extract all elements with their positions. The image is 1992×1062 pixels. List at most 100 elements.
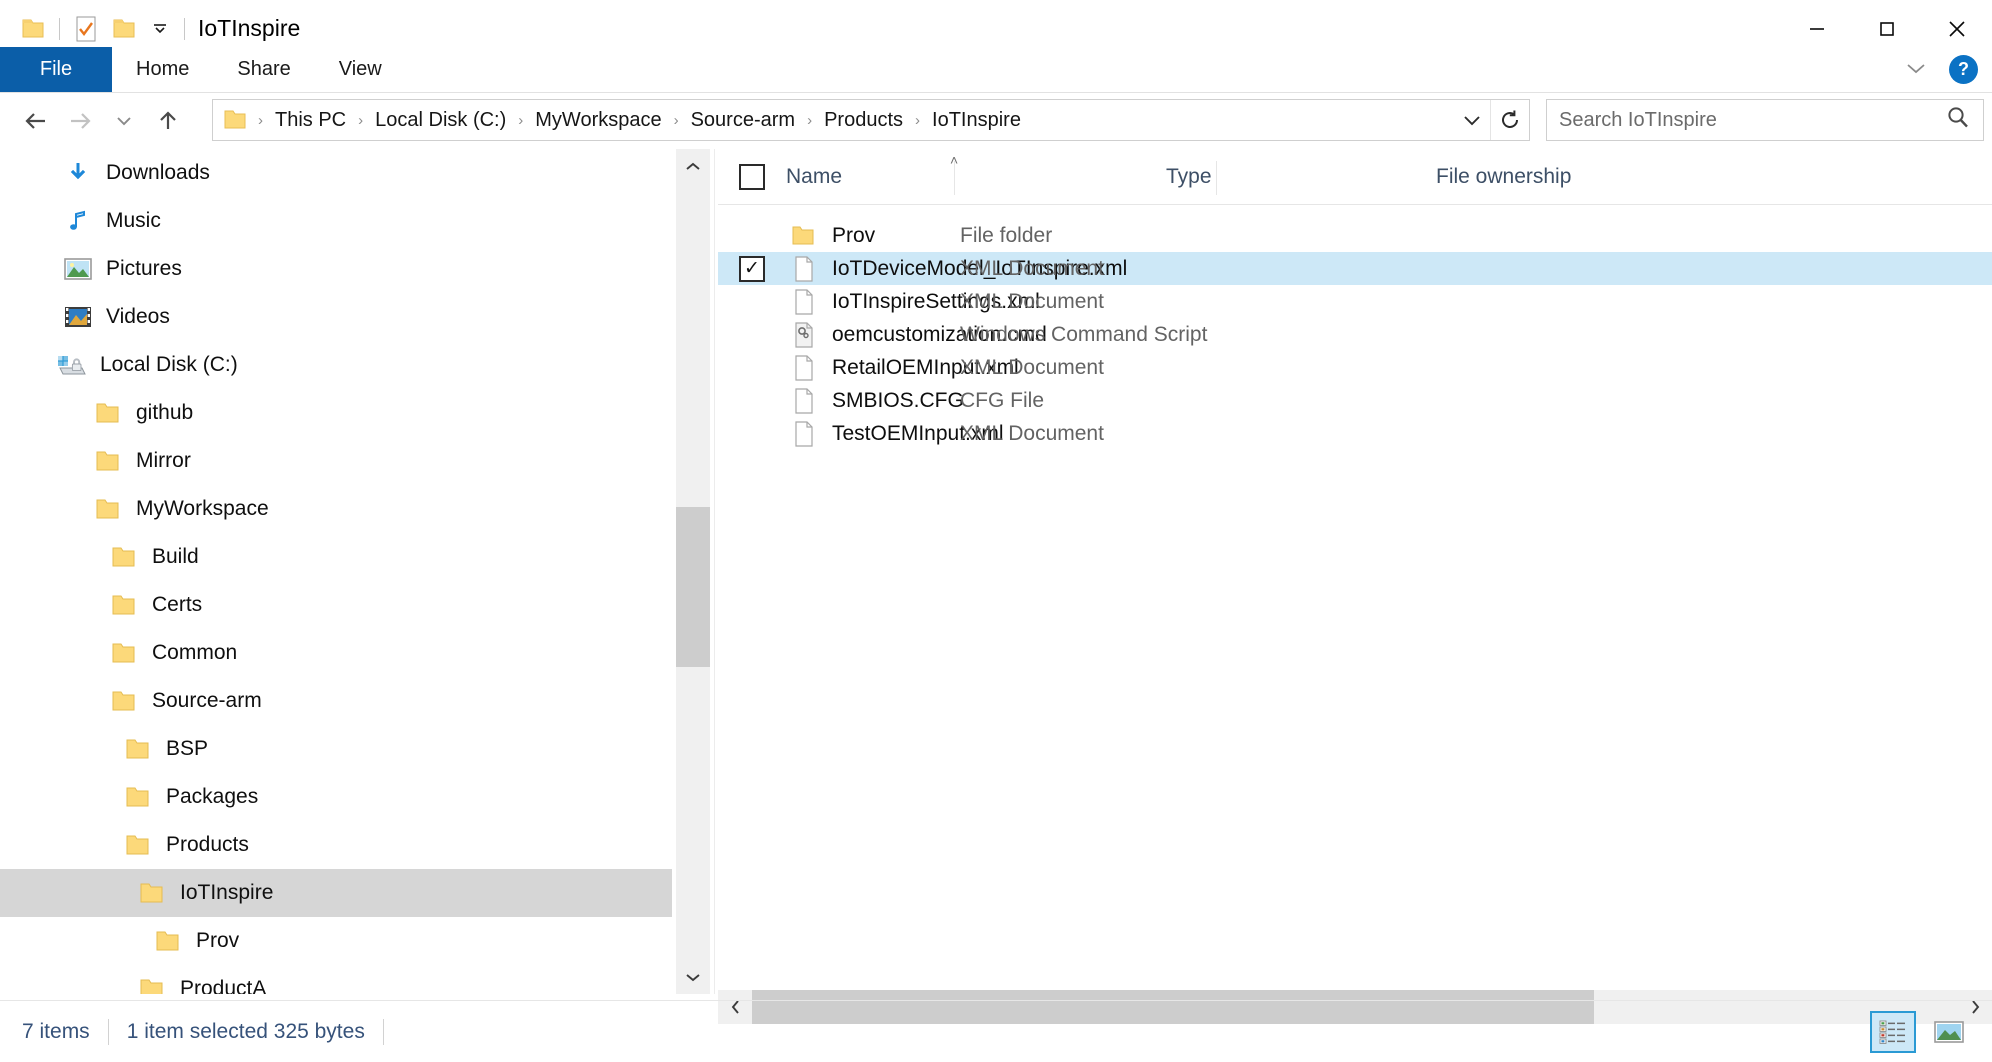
breadcrumb-item-source-arm[interactable]: Source-arm bbox=[688, 109, 798, 132]
folder-icon bbox=[108, 685, 140, 717]
sidebar-item-downloads[interactable]: Downloads bbox=[0, 149, 672, 197]
select-all-checkbox[interactable] bbox=[718, 164, 786, 190]
table-row[interactable]: Prov File folder bbox=[718, 219, 1992, 252]
check-icon: ✓ bbox=[744, 259, 760, 278]
pane-divider[interactable] bbox=[714, 149, 715, 994]
breadcrumb-separator[interactable]: › bbox=[798, 113, 821, 128]
ribbon-right-controls: ? bbox=[1899, 47, 1978, 92]
column-divider[interactable] bbox=[1216, 161, 1217, 195]
checkbox-box[interactable] bbox=[739, 164, 765, 190]
column-header-file-ownership[interactable]: File ownership bbox=[1422, 165, 1571, 189]
sidebar-item-packages[interactable]: Packages bbox=[0, 773, 672, 821]
toolbar-divider bbox=[59, 18, 60, 40]
navigation-pane[interactable]: Downloads Music Pictures bbox=[0, 149, 672, 994]
sidebar-item-music[interactable]: Music bbox=[0, 197, 672, 245]
address-input[interactable]: › This PC › Local Disk (C:) › MyWorkspac… bbox=[212, 99, 1530, 141]
folder-icon[interactable] bbox=[14, 10, 52, 48]
folder-icon bbox=[108, 541, 140, 573]
breadcrumb-item-myworkspace[interactable]: MyWorkspace bbox=[532, 109, 664, 132]
breadcrumb-folder-icon bbox=[223, 109, 247, 131]
table-row[interactable]: oemcustomization.cmd Windows Command Scr… bbox=[718, 318, 1992, 351]
sidebar-item-certs[interactable]: Certs bbox=[0, 581, 672, 629]
column-header-name[interactable]: Name bbox=[786, 165, 1152, 189]
breadcrumb-item-iotinspire[interactable]: IoTInspire bbox=[929, 109, 1024, 132]
sidebar-item-bsp[interactable]: BSP bbox=[0, 725, 672, 773]
breadcrumb-separator: › bbox=[249, 113, 272, 128]
xml-file-icon bbox=[786, 289, 822, 315]
chevron-down-icon[interactable] bbox=[1454, 100, 1490, 140]
sidebar-item-myworkspace[interactable]: MyWorkspace bbox=[0, 485, 672, 533]
sidebar-item-label: github bbox=[136, 401, 193, 425]
sidebar-item-build[interactable]: Build bbox=[0, 533, 672, 581]
table-row[interactable]: SMBIOS.CFG CFG File bbox=[718, 384, 1992, 417]
sidebar-scrollbar-thumb[interactable] bbox=[676, 507, 710, 667]
up-button[interactable] bbox=[146, 99, 190, 143]
chevron-down-icon[interactable] bbox=[1899, 54, 1933, 86]
column-divider[interactable] bbox=[954, 161, 955, 195]
sidebar-item-source-arm[interactable]: Source-arm bbox=[0, 677, 672, 725]
new-folder-icon[interactable] bbox=[105, 10, 143, 48]
status-selection-info: 1 item selected 325 bytes bbox=[127, 1020, 365, 1044]
folder-icon bbox=[152, 925, 184, 957]
sidebar-item-producta[interactable]: ProductA bbox=[0, 965, 672, 994]
downloads-icon bbox=[62, 157, 94, 189]
breadcrumb-separator[interactable]: › bbox=[906, 113, 929, 128]
large-icons-view-button[interactable] bbox=[1926, 1011, 1972, 1053]
forward-button[interactable] bbox=[58, 99, 102, 143]
search-icon[interactable] bbox=[1945, 105, 1971, 136]
back-button[interactable] bbox=[14, 99, 58, 143]
help-button[interactable]: ? bbox=[1949, 55, 1978, 84]
tab-file[interactable]: File bbox=[0, 47, 112, 92]
file-type: CFG File bbox=[960, 389, 1044, 413]
title-divider bbox=[184, 18, 185, 40]
breadcrumb-item-this-pc[interactable]: This PC bbox=[272, 109, 349, 132]
breadcrumb-item-products[interactable]: Products bbox=[821, 109, 906, 132]
tab-share[interactable]: Share bbox=[213, 47, 314, 92]
ribbon-tabs: File Home Share View bbox=[0, 47, 1992, 92]
breadcrumb-separator[interactable]: › bbox=[509, 113, 532, 128]
file-list-pane[interactable]: ˄ Name Type File ownership Prov File fol… bbox=[718, 149, 1992, 994]
sidebar-item-github[interactable]: github bbox=[0, 389, 672, 437]
table-row[interactable]: TestOEMInput.xml XML Document bbox=[718, 417, 1992, 450]
sidebar-item-iotinspire[interactable]: IoTInspire bbox=[0, 869, 672, 917]
sidebar-item-products[interactable]: Products bbox=[0, 821, 672, 869]
sidebar-scrollbar[interactable] bbox=[676, 149, 710, 994]
window-title: IoTInspire bbox=[198, 15, 300, 42]
breadcrumb-separator[interactable]: › bbox=[665, 113, 688, 128]
customize-quick-access-button[interactable] bbox=[143, 10, 177, 48]
row-checkbox[interactable]: ✓ bbox=[718, 256, 786, 282]
sidebar-item-pictures[interactable]: Pictures bbox=[0, 245, 672, 293]
file-type: XML Document bbox=[960, 356, 1104, 380]
sidebar-item-common[interactable]: Common bbox=[0, 629, 672, 677]
search-input[interactable]: Search IoTInspire bbox=[1559, 109, 1945, 132]
table-row[interactable]: RetailOEMInput.xml XML Document bbox=[718, 351, 1992, 384]
sidebar-item-local-disk-c[interactable]: Local Disk (C:) bbox=[0, 341, 672, 389]
recent-locations-button[interactable] bbox=[102, 99, 146, 143]
sidebar-item-videos[interactable]: Videos bbox=[0, 293, 672, 341]
sidebar-item-label: BSP bbox=[166, 737, 208, 761]
properties-icon[interactable] bbox=[67, 10, 105, 48]
breadcrumb-separator[interactable]: › bbox=[349, 113, 372, 128]
view-buttons bbox=[1870, 1001, 1972, 1062]
sidebar-item-mirror[interactable]: Mirror bbox=[0, 437, 672, 485]
refresh-icon[interactable] bbox=[1491, 100, 1529, 140]
tab-view[interactable]: View bbox=[315, 47, 406, 92]
sidebar-item-label: Downloads bbox=[106, 161, 210, 185]
folder-icon bbox=[92, 397, 124, 429]
breadcrumb-item-local-disk[interactable]: Local Disk (C:) bbox=[372, 109, 509, 132]
column-header-type[interactable]: Type bbox=[1152, 165, 1422, 189]
sidebar-item-label: Common bbox=[152, 641, 237, 665]
folder-icon bbox=[92, 445, 124, 477]
search-box[interactable]: Search IoTInspire bbox=[1546, 99, 1984, 141]
file-type: XML Document bbox=[960, 422, 1104, 446]
folder-icon bbox=[136, 877, 168, 909]
checkbox-box[interactable]: ✓ bbox=[739, 256, 765, 282]
scroll-down-icon[interactable] bbox=[676, 960, 710, 994]
scroll-up-icon[interactable] bbox=[676, 149, 710, 183]
tab-home[interactable]: Home bbox=[112, 47, 213, 92]
table-row[interactable]: IoTInspireSettings.xml XML Document bbox=[718, 285, 1992, 318]
details-view-button[interactable] bbox=[1870, 1011, 1916, 1053]
table-row[interactable]: ✓ IoTDeviceModel_IoTInspire.xml XML Docu… bbox=[718, 252, 1992, 285]
sidebar-item-label: Local Disk (C:) bbox=[100, 353, 238, 377]
sidebar-item-prov[interactable]: Prov bbox=[0, 917, 672, 965]
